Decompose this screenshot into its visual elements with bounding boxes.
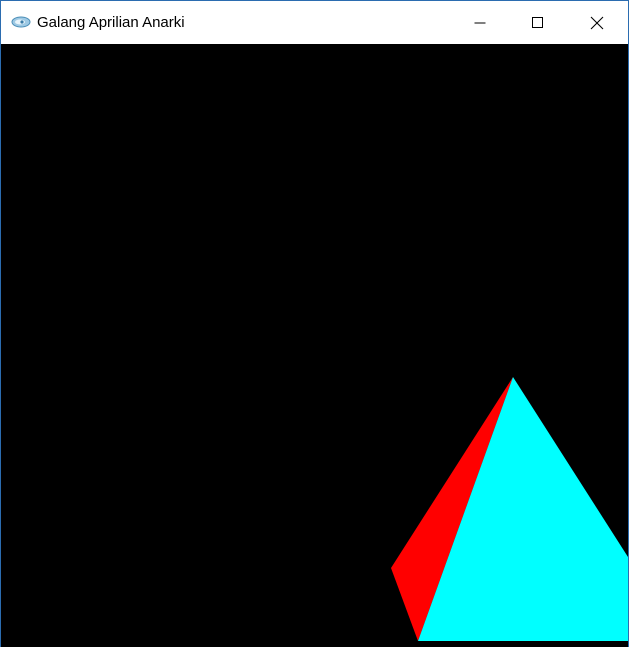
app-window: Galang Aprilian Anarki <box>0 0 629 647</box>
maximize-icon <box>532 16 543 28</box>
minimize-button[interactable] <box>451 1 509 44</box>
window-title: Galang Aprilian Anarki <box>37 14 185 31</box>
maximize-button[interactable] <box>509 1 567 44</box>
close-icon <box>590 16 604 29</box>
app-icon <box>11 15 31 29</box>
title-bar[interactable]: Galang Aprilian Anarki <box>1 1 628 44</box>
close-button[interactable] <box>568 1 626 44</box>
minimize-icon <box>474 22 486 23</box>
scene <box>391 377 628 641</box>
render-canvas[interactable] <box>1 44 628 647</box>
